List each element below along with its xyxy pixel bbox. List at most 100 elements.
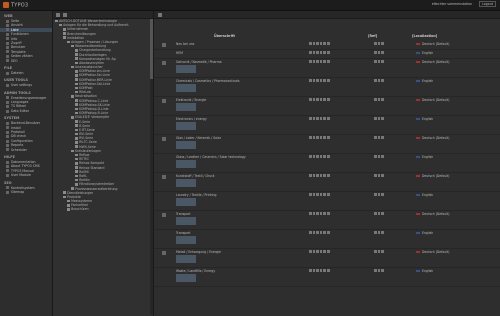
action-icon[interactable] <box>323 51 326 54</box>
action-icon[interactable] <box>323 174 326 177</box>
action-icon[interactable] <box>309 79 312 82</box>
action-icon[interactable] <box>381 51 384 54</box>
record-title[interactable]: Electronics / energy <box>176 117 207 121</box>
action-icon[interactable] <box>381 212 384 215</box>
tree-scrollbar-thumb[interactable] <box>150 19 153 79</box>
action-icon[interactable] <box>312 98 316 101</box>
action-icon[interactable] <box>374 117 377 120</box>
action-icon[interactable] <box>323 117 326 120</box>
thumbnail-image[interactable] <box>176 103 196 111</box>
thumbnail-image[interactable] <box>176 236 196 244</box>
action-icon[interactable] <box>309 117 312 120</box>
action-icon[interactable] <box>377 231 381 234</box>
menu-group-heading[interactable]: WEB <box>0 11 52 19</box>
record-title[interactable]: Neu bei uns <box>176 42 194 46</box>
action-icon[interactable] <box>323 231 326 234</box>
action-icon[interactable] <box>312 193 316 196</box>
action-icon[interactable] <box>381 231 384 234</box>
tree-node[interactable]: Broschüren <box>53 207 153 211</box>
content-element-icon[interactable] <box>162 99 166 103</box>
action-icon[interactable] <box>312 155 316 158</box>
action-icon[interactable] <box>377 98 381 101</box>
action-icon[interactable] <box>377 250 381 253</box>
action-icon[interactable] <box>374 212 377 215</box>
action-icon[interactable] <box>377 212 381 215</box>
menu-group-heading[interactable]: ADMIN TOOLS <box>0 88 52 96</box>
action-icon[interactable] <box>377 193 381 196</box>
action-icon[interactable] <box>316 174 319 177</box>
content-element-icon[interactable] <box>162 213 166 217</box>
thumbnail-image[interactable] <box>176 122 196 130</box>
app-logo[interactable]: TYPO3 <box>3 2 28 9</box>
action-icon[interactable] <box>374 250 377 253</box>
action-icon[interactable] <box>319 212 323 215</box>
action-icon[interactable] <box>381 42 384 45</box>
action-icon[interactable] <box>377 269 381 272</box>
thumbnail-image[interactable] <box>176 179 196 187</box>
action-icon[interactable] <box>316 269 319 272</box>
thumbnail-image[interactable] <box>176 160 196 168</box>
action-icon[interactable] <box>319 79 323 82</box>
action-icon[interactable] <box>309 136 312 139</box>
action-icon[interactable] <box>326 250 330 253</box>
record-title[interactable]: Chemicals / Cosmetics / Pharmaceuticals <box>176 79 240 83</box>
action-icon[interactable] <box>326 269 330 272</box>
filter-icon[interactable] <box>63 12 67 17</box>
menu-group-heading[interactable]: HILFE <box>0 152 52 160</box>
action-icon[interactable] <box>316 98 319 101</box>
content-element-icon[interactable] <box>162 175 166 179</box>
action-icon[interactable] <box>326 79 330 82</box>
menu-group-heading[interactable]: FILE <box>0 63 52 71</box>
menu-group-heading[interactable]: SYSTEM <box>0 113 52 121</box>
action-icon[interactable] <box>381 155 384 158</box>
action-icon[interactable] <box>323 269 326 272</box>
action-icon[interactable] <box>323 136 326 139</box>
action-icon[interactable] <box>312 269 316 272</box>
action-icon[interactable] <box>312 212 316 215</box>
action-icon[interactable] <box>374 155 377 158</box>
action-icon[interactable] <box>326 117 330 120</box>
record-title[interactable]: HEM <box>176 51 183 55</box>
action-icon[interactable] <box>374 79 377 82</box>
action-icon[interactable] <box>377 155 381 158</box>
action-icon[interactable] <box>377 136 381 139</box>
menu-group-heading[interactable]: USER TOOLS <box>0 75 52 83</box>
menu-item[interactable]: Sitemap <box>0 190 52 194</box>
action-icon[interactable] <box>309 60 312 63</box>
action-icon[interactable] <box>316 136 319 139</box>
record-title[interactable]: Galvanik / Kosmetik / Pharma <box>176 60 222 64</box>
menu-group-heading[interactable]: SEO <box>0 178 52 186</box>
action-icon[interactable] <box>316 51 319 54</box>
action-icon[interactable] <box>309 174 312 177</box>
action-icon[interactable] <box>309 193 312 196</box>
action-icon[interactable] <box>312 136 316 139</box>
action-icon[interactable] <box>323 42 326 45</box>
record-title[interactable]: Waste / Landfills / Energy <box>176 269 215 273</box>
column-ref[interactable]: [Ref] <box>368 34 377 39</box>
action-icon[interactable] <box>326 136 330 139</box>
action-icon[interactable] <box>309 51 312 54</box>
action-icon[interactable] <box>319 155 323 158</box>
thumbnail-image[interactable] <box>176 198 196 206</box>
record-title[interactable]: Elektronik / Energie <box>176 98 206 102</box>
action-icon[interactable] <box>309 212 312 215</box>
action-icon[interactable] <box>326 60 330 63</box>
action-icon[interactable] <box>374 51 377 54</box>
action-icon[interactable] <box>319 174 323 177</box>
action-icon[interactable] <box>377 79 381 82</box>
action-icon[interactable] <box>323 250 326 253</box>
action-icon[interactable] <box>374 136 377 139</box>
action-icon[interactable] <box>312 42 316 45</box>
action-icon[interactable] <box>377 51 381 54</box>
action-icon[interactable] <box>316 193 319 196</box>
thumbnail-image[interactable] <box>176 141 196 149</box>
action-icon[interactable] <box>316 60 319 63</box>
action-icon[interactable] <box>326 42 330 45</box>
action-icon[interactable] <box>381 193 384 196</box>
action-icon[interactable] <box>323 79 326 82</box>
column-localization[interactable]: [Localization] <box>412 34 437 39</box>
action-icon[interactable] <box>381 60 384 63</box>
action-icon[interactable] <box>309 155 312 158</box>
thumbnail-image[interactable] <box>176 65 196 73</box>
action-icon[interactable] <box>316 231 319 234</box>
